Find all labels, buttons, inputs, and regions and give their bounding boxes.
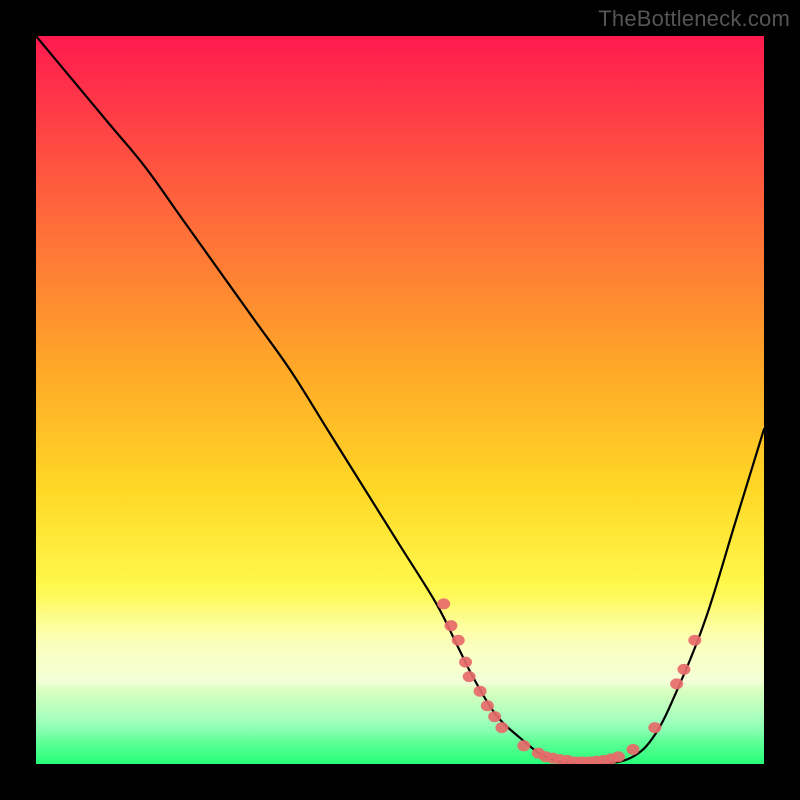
watermark-label: TheBottleneck.com bbox=[598, 6, 790, 32]
data-marker bbox=[626, 744, 639, 755]
data-marker bbox=[688, 635, 701, 646]
data-marker bbox=[463, 671, 476, 682]
data-marker bbox=[677, 664, 690, 675]
bottleneck-curve bbox=[36, 36, 764, 764]
data-marker bbox=[648, 722, 661, 733]
data-marker bbox=[444, 620, 457, 631]
data-marker bbox=[459, 657, 472, 668]
data-marker bbox=[517, 740, 530, 751]
data-marker bbox=[670, 678, 683, 689]
data-marker bbox=[474, 686, 487, 697]
data-marker bbox=[612, 751, 625, 762]
data-marker bbox=[488, 711, 501, 722]
data-marker bbox=[481, 700, 494, 711]
data-marker bbox=[437, 598, 450, 609]
plot-area bbox=[36, 36, 764, 764]
data-marker bbox=[495, 722, 508, 733]
chart-frame bbox=[36, 36, 764, 764]
data-marker bbox=[452, 635, 465, 646]
